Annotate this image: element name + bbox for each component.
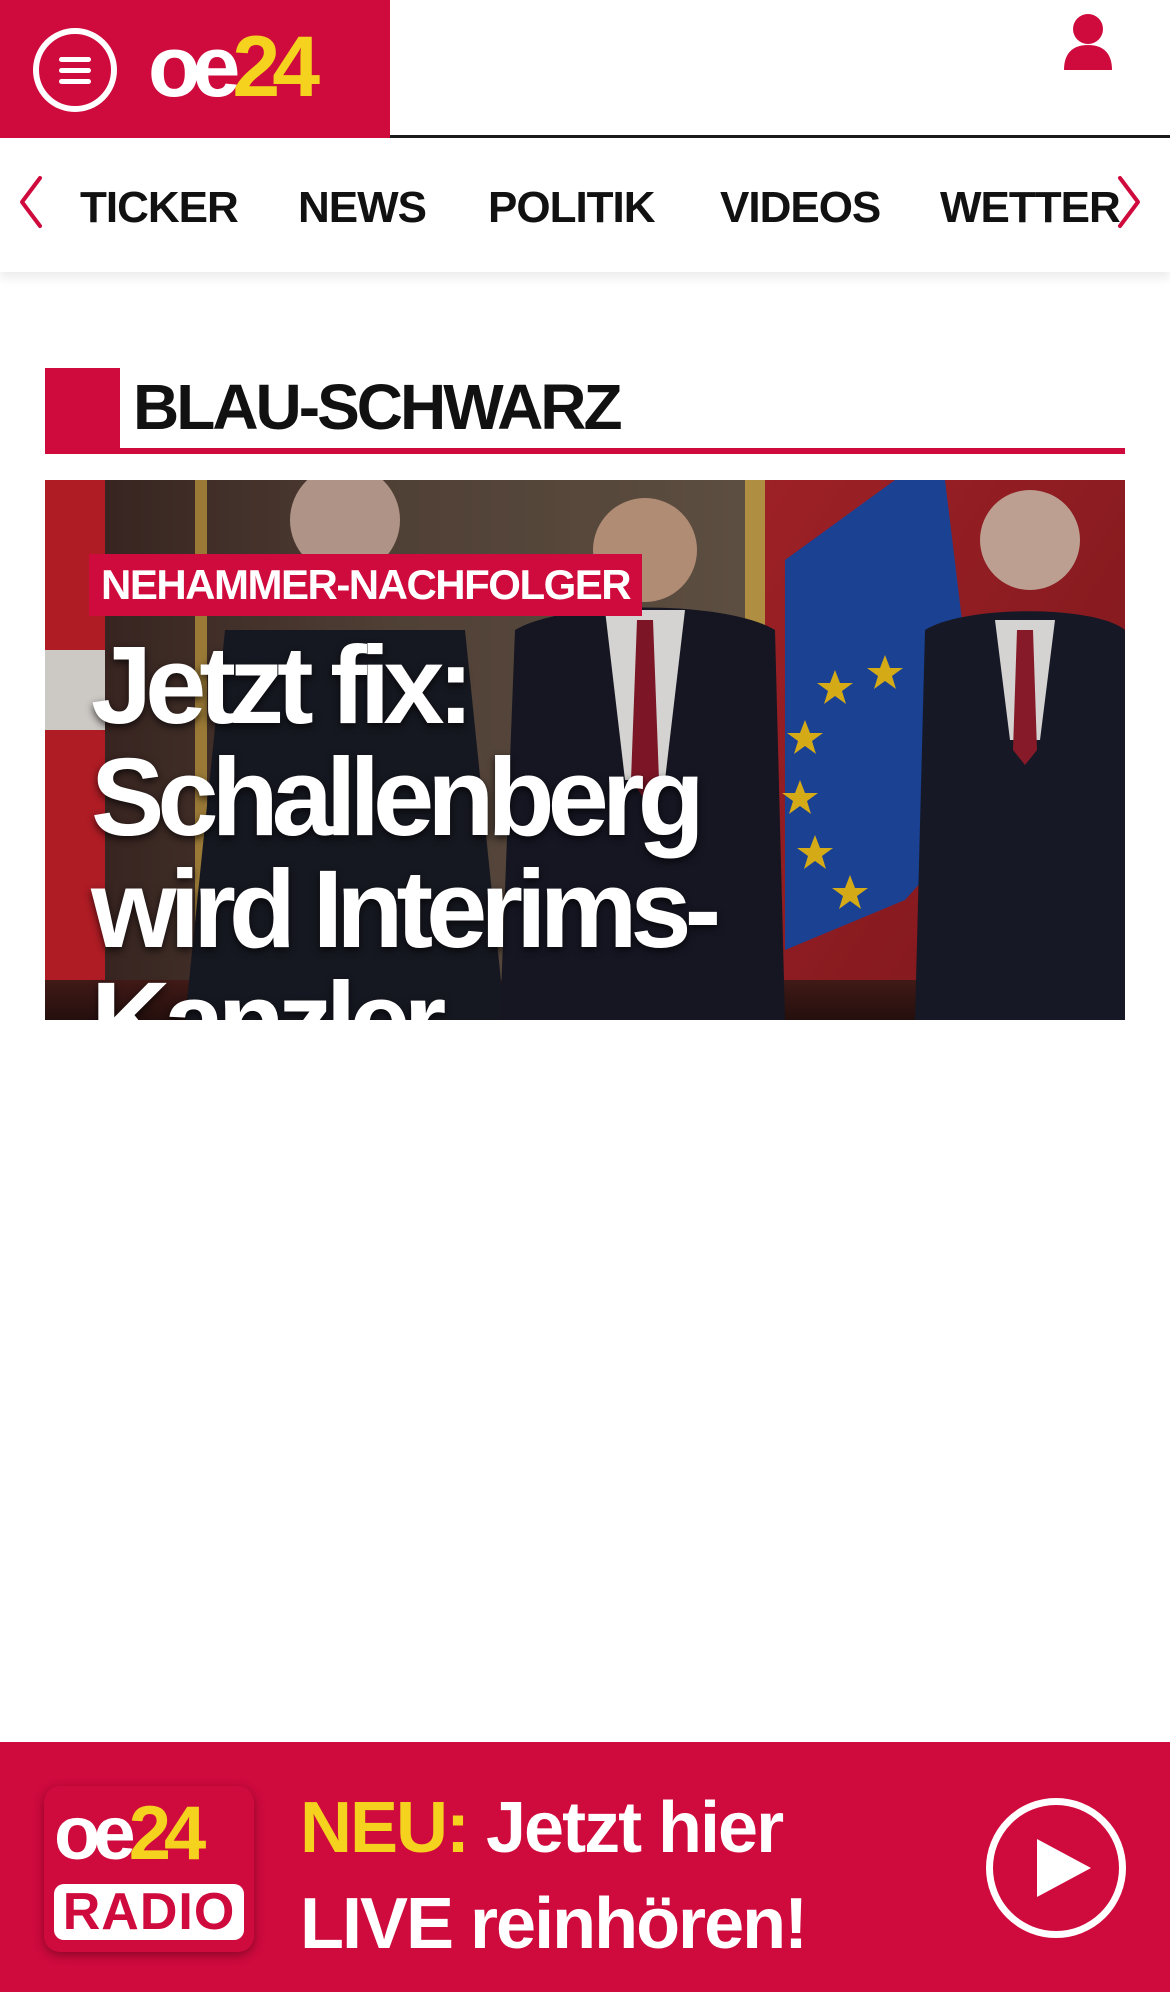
site-logo[interactable]: oe24 — [148, 19, 320, 115]
nav-item-videos[interactable]: VIDEOS — [720, 178, 881, 238]
banner-neu-label: NEU: — [300, 1788, 470, 1868]
nav-item-politik[interactable]: POLITIK — [488, 178, 656, 238]
radio-banner-text: NEU: Jetzt hier LIVE reinhören! — [300, 1780, 820, 1972]
logo-block: oe24 — [0, 0, 390, 138]
logo-24: 24 — [232, 19, 320, 115]
banner-line-1: NEU: Jetzt hier — [300, 1780, 820, 1876]
category-nav: TICKER NEWS POLITIK VIDEOS WETTER — [0, 140, 1170, 272]
banner-text-line-2: LIVE reinhören! — [300, 1884, 808, 1964]
radio-logo-oe: oe — [54, 1791, 136, 1876]
section-title[interactable]: BLAU-SCHWARZ — [133, 368, 623, 446]
headline-line-1: Jetzt fix: — [91, 624, 474, 747]
user-icon[interactable] — [1062, 12, 1114, 72]
logo-oe: oe — [148, 19, 240, 115]
section-underline — [45, 448, 1125, 454]
nav-item-wetter[interactable]: WETTER — [940, 178, 1121, 238]
chevron-left-icon[interactable] — [16, 174, 46, 230]
article-headline[interactable]: Jetzt fix: Schallenberg wird Interims-Ka… — [91, 624, 1051, 1021]
hero-article[interactable]: NEHAMMER-NACHFOLGER Jetzt fix: Schallenb… — [45, 480, 1125, 1020]
header-divider — [390, 135, 1170, 138]
radio-logo: oe24 RADIO — [44, 1786, 254, 1952]
play-button[interactable] — [986, 1798, 1126, 1938]
headline-line-3: wird Interims-Kanzler — [91, 848, 721, 1021]
radio-logo-brand: oe24 — [54, 1790, 207, 1878]
nav-item-news[interactable]: NEWS — [298, 178, 427, 238]
site-header: oe24 — [0, 0, 1170, 140]
article-kicker: NEHAMMER-NACHFOLGER — [89, 554, 643, 616]
nav-item-ticker[interactable]: TICKER — [80, 178, 239, 238]
chevron-right-icon[interactable] — [1114, 174, 1144, 230]
section-header: BLAU-SCHWARZ — [45, 368, 1125, 456]
radio-banner[interactable]: oe24 RADIO NEU: Jetzt hier LIVE reinhöre… — [0, 1742, 1170, 1992]
section-marker — [45, 368, 120, 454]
hamburger-menu-icon[interactable] — [33, 28, 117, 112]
radio-logo-label: RADIO — [54, 1884, 244, 1940]
banner-text-line-1: Jetzt hier — [486, 1788, 784, 1868]
page: oe24 TICKER NEWS POLITIK VIDEOS WETTER B… — [0, 0, 1170, 1992]
radio-logo-24: 24 — [128, 1791, 207, 1876]
play-icon — [1037, 1839, 1091, 1897]
headline-line-2: Schallenberg — [91, 736, 705, 859]
